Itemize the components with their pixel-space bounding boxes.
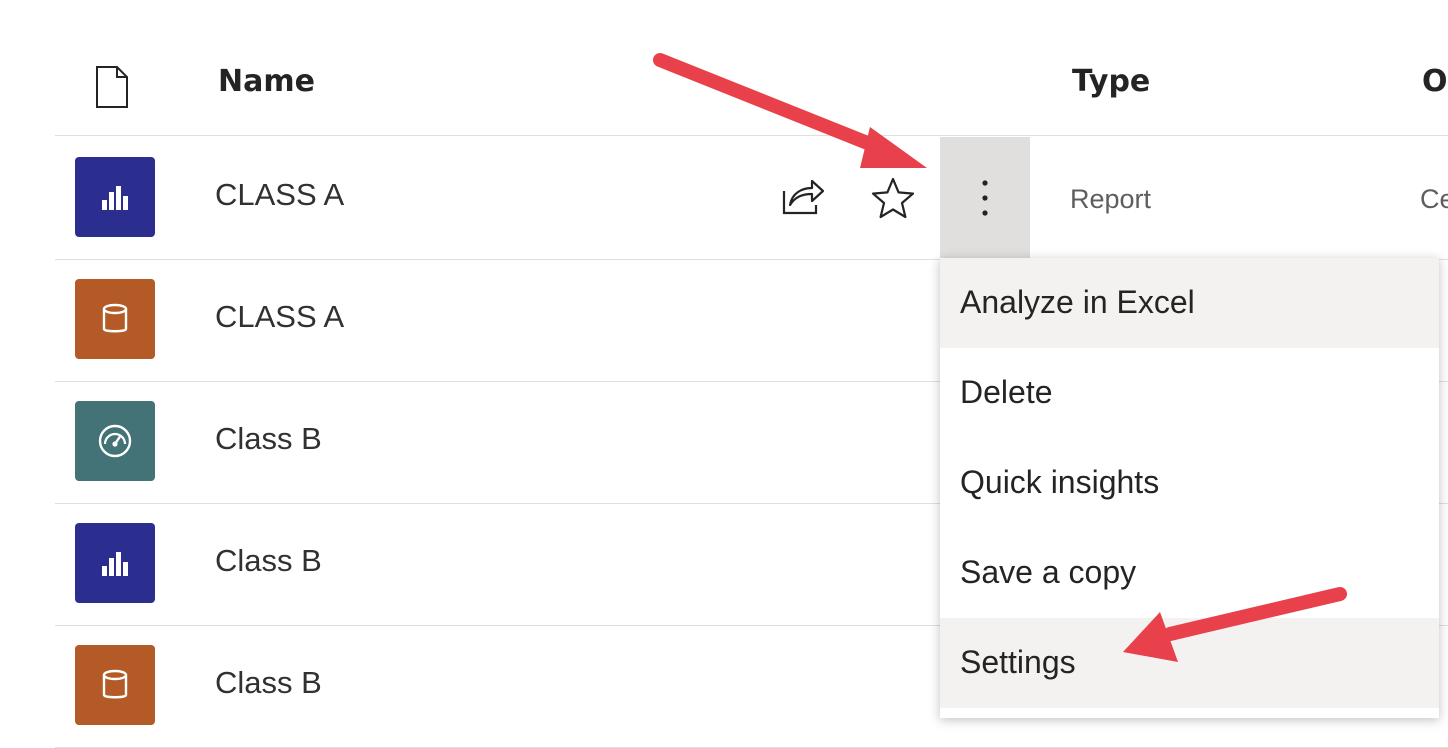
share-icon[interactable] bbox=[780, 175, 826, 217]
column-header-name[interactable]: Name bbox=[218, 64, 315, 99]
column-header-owner[interactable]: O bbox=[1422, 64, 1448, 99]
item-name[interactable]: CLASS A bbox=[215, 299, 344, 335]
dashboard-icon bbox=[75, 401, 155, 481]
item-name[interactable]: CLASS A bbox=[215, 177, 344, 213]
menu-item-save-a-copy[interactable]: Save a copy bbox=[940, 528, 1439, 618]
item-owner: Ce bbox=[1420, 184, 1448, 214]
list-header: Name Type O bbox=[55, 40, 1448, 136]
report-icon bbox=[75, 523, 155, 603]
list-item[interactable]: CLASS A Report Ce bbox=[55, 137, 1448, 260]
item-name[interactable]: Class B bbox=[215, 543, 322, 579]
more-options-icon bbox=[982, 180, 988, 216]
star-icon[interactable] bbox=[870, 175, 916, 221]
menu-item-analyze-in-excel[interactable]: Analyze in Excel bbox=[940, 258, 1439, 348]
file-icon bbox=[96, 66, 128, 108]
item-name[interactable]: Class B bbox=[215, 421, 322, 457]
item-type: Report bbox=[1070, 184, 1152, 214]
dataset-icon bbox=[75, 645, 155, 725]
menu-item-quick-insights[interactable]: Quick insights bbox=[940, 438, 1439, 528]
menu-item-settings[interactable]: Settings bbox=[940, 618, 1439, 708]
item-name[interactable]: Class B bbox=[215, 665, 322, 701]
dataset-icon bbox=[75, 279, 155, 359]
report-icon bbox=[75, 157, 155, 237]
more-options-button[interactable] bbox=[940, 137, 1030, 259]
menu-item-delete[interactable]: Delete bbox=[940, 348, 1439, 438]
context-menu: Analyze in Excel Delete Quick insights S… bbox=[940, 258, 1439, 718]
column-header-type[interactable]: Type bbox=[1072, 64, 1150, 99]
